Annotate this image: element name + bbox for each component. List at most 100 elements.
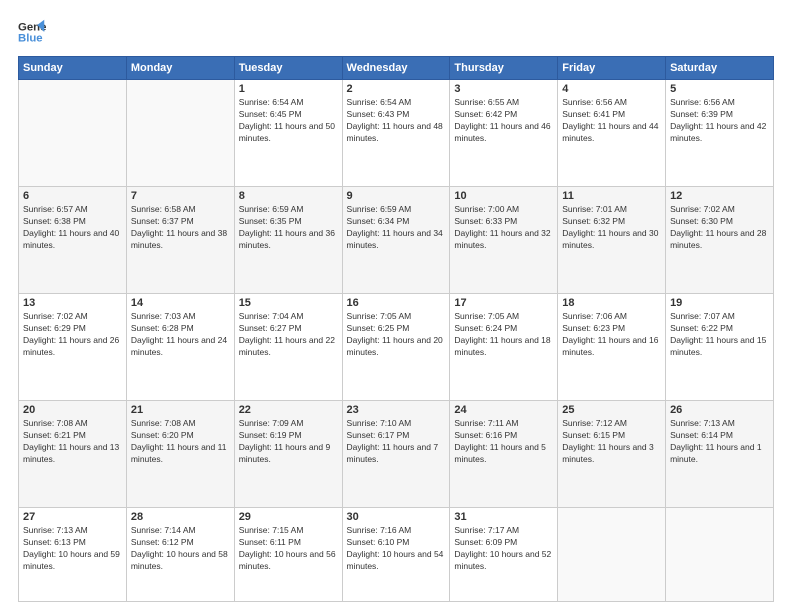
day-info: Sunrise: 6:59 AM Sunset: 6:35 PM Dayligh… [239, 204, 338, 252]
day-number: 14 [131, 297, 230, 309]
calendar-page: General Blue SundayMondayTuesdayWednesda… [0, 0, 792, 612]
day-number: 21 [131, 404, 230, 416]
day-info: Sunrise: 7:05 AM Sunset: 6:24 PM Dayligh… [454, 311, 553, 359]
calendar-cell: 30 Sunrise: 7:16 AM Sunset: 6:10 PM Dayli… [342, 508, 450, 602]
day-info: Sunrise: 7:07 AM Sunset: 6:22 PM Dayligh… [670, 311, 769, 359]
day-number: 30 [347, 511, 446, 523]
day-number: 22 [239, 404, 338, 416]
day-info: Sunrise: 6:57 AM Sunset: 6:38 PM Dayligh… [23, 204, 122, 252]
day-number: 31 [454, 511, 553, 523]
weekday-header-sunday: Sunday [19, 57, 127, 80]
calendar-cell: 7 Sunrise: 6:58 AM Sunset: 6:37 PM Daylig… [126, 187, 234, 294]
calendar-cell: 27 Sunrise: 7:13 AM Sunset: 6:13 PM Dayli… [19, 508, 127, 602]
calendar-cell [126, 80, 234, 187]
weekday-header-row: SundayMondayTuesdayWednesdayThursdayFrid… [19, 57, 774, 80]
day-info: Sunrise: 7:00 AM Sunset: 6:33 PM Dayligh… [454, 204, 553, 252]
calendar-cell: 2 Sunrise: 6:54 AM Sunset: 6:43 PM Daylig… [342, 80, 450, 187]
weekday-header-friday: Friday [558, 57, 666, 80]
week-row-3: 13 Sunrise: 7:02 AM Sunset: 6:29 PM Dayli… [19, 294, 774, 401]
day-number: 19 [670, 297, 769, 309]
weekday-header-tuesday: Tuesday [234, 57, 342, 80]
day-number: 1 [239, 83, 338, 95]
day-number: 28 [131, 511, 230, 523]
day-number: 2 [347, 83, 446, 95]
calendar-cell: 3Sunrise: 6:55 AM Sunset: 6:42 PM Daylig… [450, 80, 558, 187]
logo-icon: General Blue [18, 18, 46, 46]
calendar-cell: 1 Sunrise: 6:54 AM Sunset: 6:45 PM Daylig… [234, 80, 342, 187]
calendar-cell: 14Sunrise: 7:03 AM Sunset: 6:28 PM Dayli… [126, 294, 234, 401]
day-info: Sunrise: 7:09 AM Sunset: 6:19 PM Dayligh… [239, 418, 338, 466]
calendar-cell: 28 Sunrise: 7:14 AM Sunset: 6:12 PM Dayli… [126, 508, 234, 602]
day-number: 6 [23, 190, 122, 202]
calendar-cell [666, 508, 774, 602]
day-info: Sunrise: 7:17 AM Sunset: 6:09 PM Dayligh… [454, 525, 553, 573]
day-info: Sunrise: 7:01 AM Sunset: 6:32 PM Dayligh… [562, 204, 661, 252]
calendar-cell: 19 Sunrise: 7:07 AM Sunset: 6:22 PM Dayli… [666, 294, 774, 401]
day-info: Sunrise: 7:10 AM Sunset: 6:17 PM Dayligh… [347, 418, 446, 466]
day-number: 4 [562, 83, 661, 95]
day-info: Sunrise: 7:05 AM Sunset: 6:25 PM Dayligh… [347, 311, 446, 359]
day-info: Sunrise: 7:08 AM Sunset: 6:21 PM Dayligh… [23, 418, 122, 466]
week-row-5: 27 Sunrise: 7:13 AM Sunset: 6:13 PM Dayli… [19, 508, 774, 602]
day-number: 15 [239, 297, 338, 309]
calendar-cell: 17 Sunrise: 7:05 AM Sunset: 6:24 PM Dayli… [450, 294, 558, 401]
week-row-1: 1 Sunrise: 6:54 AM Sunset: 6:45 PM Daylig… [19, 80, 774, 187]
day-number: 20 [23, 404, 122, 416]
svg-text:Blue: Blue [18, 33, 43, 45]
day-number: 9 [347, 190, 446, 202]
calendar-cell: 20 Sunrise: 7:08 AM Sunset: 6:21 PM Dayli… [19, 401, 127, 508]
calendar-cell: 26 Sunrise: 7:13 AM Sunset: 6:14 PM Dayli… [666, 401, 774, 508]
day-info: Sunrise: 7:02 AM Sunset: 6:30 PM Dayligh… [670, 204, 769, 252]
day-number: 24 [454, 404, 553, 416]
calendar-cell: 13 Sunrise: 7:02 AM Sunset: 6:29 PM Dayli… [19, 294, 127, 401]
day-number: 26 [670, 404, 769, 416]
day-info: Sunrise: 7:12 AM Sunset: 6:15 PM Dayligh… [562, 418, 661, 466]
day-info: Sunrise: 7:14 AM Sunset: 6:12 PM Dayligh… [131, 525, 230, 573]
week-row-4: 20 Sunrise: 7:08 AM Sunset: 6:21 PM Dayli… [19, 401, 774, 508]
day-info: Sunrise: 7:15 AM Sunset: 6:11 PM Dayligh… [239, 525, 338, 573]
calendar-cell: 21 Sunrise: 7:08 AM Sunset: 6:20 PM Dayli… [126, 401, 234, 508]
day-info: Sunrise: 7:16 AM Sunset: 6:10 PM Dayligh… [347, 525, 446, 573]
day-number: 11 [562, 190, 661, 202]
calendar-cell: 16Sunrise: 7:05 AM Sunset: 6:25 PM Dayli… [342, 294, 450, 401]
calendar-cell: 9 Sunrise: 6:59 AM Sunset: 6:34 PM Daylig… [342, 187, 450, 294]
day-number: 17 [454, 297, 553, 309]
day-info: Sunrise: 7:08 AM Sunset: 6:20 PM Dayligh… [131, 418, 230, 466]
calendar-cell: 29Sunrise: 7:15 AM Sunset: 6:11 PM Dayli… [234, 508, 342, 602]
calendar-cell: 23Sunrise: 7:10 AM Sunset: 6:17 PM Dayli… [342, 401, 450, 508]
calendar-cell: 25 Sunrise: 7:12 AM Sunset: 6:15 PM Dayli… [558, 401, 666, 508]
day-info: Sunrise: 7:02 AM Sunset: 6:29 PM Dayligh… [23, 311, 122, 359]
day-info: Sunrise: 7:13 AM Sunset: 6:13 PM Dayligh… [23, 525, 122, 573]
day-info: Sunrise: 6:59 AM Sunset: 6:34 PM Dayligh… [347, 204, 446, 252]
calendar-cell: 4 Sunrise: 6:56 AM Sunset: 6:41 PM Daylig… [558, 80, 666, 187]
day-number: 27 [23, 511, 122, 523]
day-number: 13 [23, 297, 122, 309]
calendar-table: SundayMondayTuesdayWednesdayThursdayFrid… [18, 56, 774, 602]
day-info: Sunrise: 7:04 AM Sunset: 6:27 PM Dayligh… [239, 311, 338, 359]
day-number: 7 [131, 190, 230, 202]
day-info: Sunrise: 7:13 AM Sunset: 6:14 PM Dayligh… [670, 418, 769, 466]
day-info: Sunrise: 7:11 AM Sunset: 6:16 PM Dayligh… [454, 418, 553, 466]
day-info: Sunrise: 6:54 AM Sunset: 6:43 PM Dayligh… [347, 97, 446, 145]
day-number: 3 [454, 83, 553, 95]
day-info: Sunrise: 7:06 AM Sunset: 6:23 PM Dayligh… [562, 311, 661, 359]
calendar-cell: 12Sunrise: 7:02 AM Sunset: 6:30 PM Dayli… [666, 187, 774, 294]
day-number: 5 [670, 83, 769, 95]
day-info: Sunrise: 6:58 AM Sunset: 6:37 PM Dayligh… [131, 204, 230, 252]
calendar-cell: 22 Sunrise: 7:09 AM Sunset: 6:19 PM Dayli… [234, 401, 342, 508]
header: General Blue [18, 18, 774, 46]
calendar-cell: 24 Sunrise: 7:11 AM Sunset: 6:16 PM Dayli… [450, 401, 558, 508]
weekday-header-wednesday: Wednesday [342, 57, 450, 80]
calendar-cell: 18 Sunrise: 7:06 AM Sunset: 6:23 PM Dayli… [558, 294, 666, 401]
calendar-cell: 8 Sunrise: 6:59 AM Sunset: 6:35 PM Daylig… [234, 187, 342, 294]
calendar-cell [19, 80, 127, 187]
day-number: 25 [562, 404, 661, 416]
calendar-cell: 31 Sunrise: 7:17 AM Sunset: 6:09 PM Dayli… [450, 508, 558, 602]
day-number: 8 [239, 190, 338, 202]
day-info: Sunrise: 6:56 AM Sunset: 6:39 PM Dayligh… [670, 97, 769, 145]
day-number: 18 [562, 297, 661, 309]
day-info: Sunrise: 6:56 AM Sunset: 6:41 PM Dayligh… [562, 97, 661, 145]
day-info: Sunrise: 6:54 AM Sunset: 6:45 PM Dayligh… [239, 97, 338, 145]
calendar-cell: 6 Sunrise: 6:57 AM Sunset: 6:38 PM Daylig… [19, 187, 127, 294]
calendar-cell: 15 Sunrise: 7:04 AM Sunset: 6:27 PM Dayli… [234, 294, 342, 401]
